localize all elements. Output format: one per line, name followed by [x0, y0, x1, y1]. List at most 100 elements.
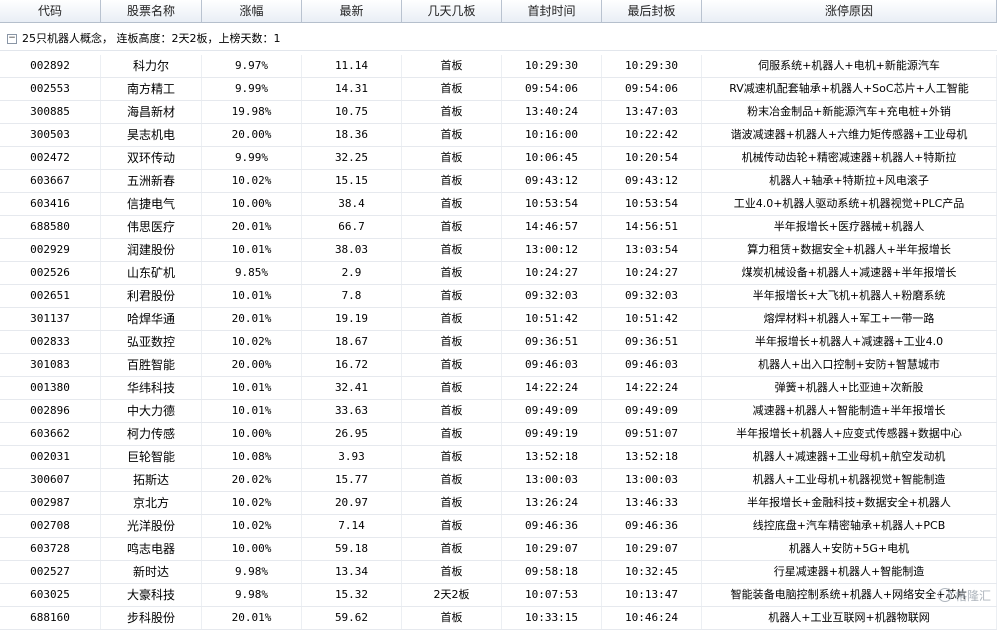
cell-change: 9.99%: [202, 147, 302, 169]
cell-price: 13.34: [302, 561, 402, 583]
cell-price: 14.31: [302, 78, 402, 100]
cell-name: 海昌新材: [101, 101, 202, 123]
cell-board: 首板: [402, 308, 502, 330]
cell-name: 柯力传感: [101, 423, 202, 445]
cell-name: 弘亚数控: [101, 331, 202, 353]
table-row[interactable]: 002896 中大力德 10.01% 33.63 首板 09:49:09 09:49:09 减…: [0, 400, 997, 423]
cell-price: 3.93: [302, 446, 402, 468]
cell-board: 首板: [402, 561, 502, 583]
cell-reason: 减速器+机器人+智能制造+半年报增长: [702, 400, 997, 422]
cell-last-seal: 14:56:51: [602, 216, 702, 238]
column-header-last-seal[interactable]: 最后封板: [602, 0, 702, 22]
cell-first-seal: 09:58:18: [502, 561, 602, 583]
cell-change: 10.00%: [202, 193, 302, 215]
group-row[interactable]: − 25只机器人概念， 连板高度：2天2板，上榜天数：1: [0, 28, 997, 51]
table-row[interactable]: 001380 华纬科技 10.01% 32.41 首板 14:22:24 14:22:24 弹…: [0, 377, 997, 400]
cell-first-seal: 13:00:03: [502, 469, 602, 491]
cell-reason: 机器人+安防+5G+电机: [702, 538, 997, 560]
cell-first-seal: 10:16:00: [502, 124, 602, 146]
table-row[interactable]: 002031 巨轮智能 10.08% 3.93 首板 13:52:18 13:52:18 机器…: [0, 446, 997, 469]
cell-change: 10.02%: [202, 331, 302, 353]
cell-code: 688160: [0, 607, 101, 629]
table-row[interactable]: 002472 双环传动 9.99% 32.25 首板 10:06:45 10:20:54 机械…: [0, 147, 997, 170]
table-row[interactable]: 002708 光洋股份 10.02% 7.14 首板 09:46:36 09:46:36 线控…: [0, 515, 997, 538]
table-row[interactable]: 603025 大豪科技 9.98% 15.32 2天2板 10:07:53 10:13:47…: [0, 584, 997, 607]
cell-reason: 粉末冶金制品+新能源汽车+充电桩+外销: [702, 101, 997, 123]
cell-last-seal: 10:53:54: [602, 193, 702, 215]
table-row[interactable]: 002987 京北方 10.02% 20.97 首板 13:26:24 13:46:33 半年…: [0, 492, 997, 515]
table-row[interactable]: 603416 信捷电气 10.00% 38.4 首板 10:53:54 10:53:54 工业…: [0, 193, 997, 216]
column-header-code[interactable]: 代码: [0, 0, 101, 22]
cell-change: 20.00%: [202, 124, 302, 146]
cell-code: 002987: [0, 492, 101, 514]
table-row[interactable]: 300607 拓斯达 20.02% 15.77 首板 13:00:03 13:00:03 机器…: [0, 469, 997, 492]
table-row[interactable]: 688160 步科股份 20.01% 59.62 首板 10:33:15 10:46:24 机…: [0, 607, 997, 630]
cell-first-seal: 14:46:57: [502, 216, 602, 238]
cell-price: 66.7: [302, 216, 402, 238]
column-header-first-seal[interactable]: 首封时间: [502, 0, 602, 22]
cell-last-seal: 09:36:51: [602, 331, 702, 353]
cell-change: 20.02%: [202, 469, 302, 491]
table-row[interactable]: 603667 五洲新春 10.02% 15.15 首板 09:43:12 09:43:12 机…: [0, 170, 997, 193]
table-row[interactable]: 688580 伟思医疗 20.01% 66.7 首板 14:46:57 14:56:51 半年…: [0, 216, 997, 239]
table-row[interactable]: 002527 新时达 9.98% 13.34 首板 09:58:18 10:32:45 行星减…: [0, 561, 997, 584]
table-row[interactable]: 002892 科力尔 9.97% 11.14 首板 10:29:30 10:29:30 伺服系…: [0, 55, 997, 78]
cell-last-seal: 10:13:47: [602, 584, 702, 606]
table-row[interactable]: 301083 百胜智能 20.00% 16.72 首板 09:46:03 09:46:03 机…: [0, 354, 997, 377]
cell-price: 2.9: [302, 262, 402, 284]
cell-board: 首板: [402, 354, 502, 376]
column-header-name[interactable]: 股票名称: [101, 0, 202, 22]
cell-reason: 线控底盘+汽车精密轴承+机器人+PCB: [702, 515, 997, 537]
table-row[interactable]: 002651 利君股份 10.01% 7.8 首板 09:32:03 09:32:03 半年报…: [0, 285, 997, 308]
column-header-price[interactable]: 最新: [302, 0, 402, 22]
cell-last-seal: 09:32:03: [602, 285, 702, 307]
cell-reason: 机器人+工业母机+机器视觉+智能制造: [702, 469, 997, 491]
cell-first-seal: 10:51:42: [502, 308, 602, 330]
cell-reason: 熔焊材料+机器人+军工+一带一路: [702, 308, 997, 330]
cell-code: 603728: [0, 538, 101, 560]
cell-change: 10.01%: [202, 377, 302, 399]
cell-last-seal: 10:24:27: [602, 262, 702, 284]
cell-board: 2天2板: [402, 584, 502, 606]
table-row[interactable]: 002526 山东矿机 9.85% 2.9 首板 10:24:27 10:24:27 煤炭机械…: [0, 262, 997, 285]
cell-last-seal: 13:47:03: [602, 101, 702, 123]
cell-first-seal: 13:26:24: [502, 492, 602, 514]
cell-price: 38.03: [302, 239, 402, 261]
cell-last-seal: 10:46:24: [602, 607, 702, 629]
table-row[interactable]: 002929 润建股份 10.01% 38.03 首板 13:00:12 13:03:54 算…: [0, 239, 997, 262]
cell-first-seal: 10:24:27: [502, 262, 602, 284]
cell-name: 京北方: [101, 492, 202, 514]
cell-name: 中大力德: [101, 400, 202, 422]
cell-price: 15.32: [302, 584, 402, 606]
cell-code: 603025: [0, 584, 101, 606]
cell-price: 33.63: [302, 400, 402, 422]
cell-price: 18.36: [302, 124, 402, 146]
table-row[interactable]: 300885 海昌新材 19.98% 10.75 首板 13:40:24 13:47:03 粉…: [0, 101, 997, 124]
cell-code: 002929: [0, 239, 101, 261]
table-row[interactable]: 002833 弘亚数控 10.02% 18.67 首板 09:36:51 09:36:51 半…: [0, 331, 997, 354]
cell-price: 32.25: [302, 147, 402, 169]
cell-first-seal: 13:40:24: [502, 101, 602, 123]
cell-board: 首板: [402, 400, 502, 422]
table-row[interactable]: 301137 哈焊华通 20.01% 19.19 首板 10:51:42 10:51:42 熔…: [0, 308, 997, 331]
cell-board: 首板: [402, 377, 502, 399]
cell-code: 688580: [0, 216, 101, 238]
cell-name: 拓斯达: [101, 469, 202, 491]
column-header-change[interactable]: 涨幅: [202, 0, 302, 22]
cell-change: 20.01%: [202, 216, 302, 238]
cell-name: 光洋股份: [101, 515, 202, 537]
cell-board: 首板: [402, 193, 502, 215]
table-row[interactable]: 300503 昊志机电 20.00% 18.36 首板 10:16:00 10:22:42 谐…: [0, 124, 997, 147]
table-row[interactable]: 603662 柯力传感 10.00% 26.95 首板 09:49:19 09:51:07 半…: [0, 423, 997, 446]
collapse-toggle-icon[interactable]: −: [7, 34, 17, 44]
column-header-reason[interactable]: 涨停原因: [702, 0, 997, 22]
cell-last-seal: 14:22:24: [602, 377, 702, 399]
table-row[interactable]: 002553 南方精工 9.99% 14.31 首板 09:54:06 09:54:06 RV…: [0, 78, 997, 101]
cell-last-seal: 10:29:30: [602, 55, 702, 77]
cell-last-seal: 10:32:45: [602, 561, 702, 583]
column-header-board[interactable]: 几天几板: [402, 0, 502, 22]
cell-reason: 行星减速器+机器人+智能制造: [702, 561, 997, 583]
cell-code: 002472: [0, 147, 101, 169]
table-row[interactable]: 603728 鸣志电器 10.00% 59.18 首板 10:29:07 10:29:07 机…: [0, 538, 997, 561]
cell-change: 10.01%: [202, 239, 302, 261]
